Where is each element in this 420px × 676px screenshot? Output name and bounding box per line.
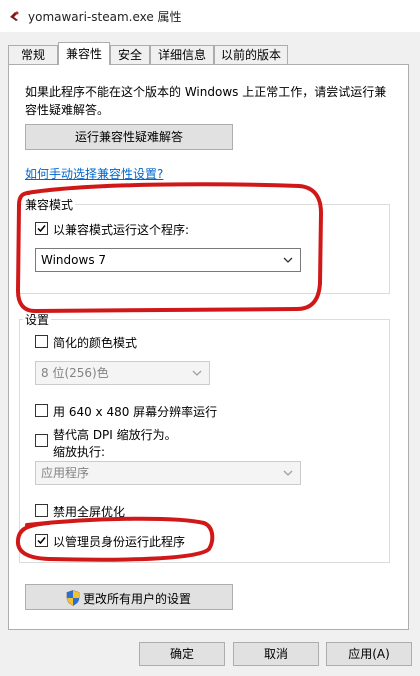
- dpi-scaling-select[interactable]: 应用程序: [35, 461, 301, 485]
- os-version-value: Windows 7: [41, 253, 107, 267]
- tab-details[interactable]: 详细信息: [150, 45, 214, 64]
- dpi-override-checkbox[interactable]: [35, 434, 48, 447]
- tab-previous-versions[interactable]: 以前的版本: [214, 45, 288, 64]
- window-title: yomawari-steam.exe 属性: [28, 10, 182, 24]
- os-version-select[interactable]: Windows 7: [35, 248, 301, 272]
- checkmark-icon: [37, 225, 46, 233]
- compat-mode-group-label: 兼容模式: [23, 196, 76, 213]
- run-as-admin-label: 以管理员身份运行此程序: [53, 535, 186, 549]
- chevron-down-icon: [192, 370, 202, 376]
- tab-security[interactable]: 安全: [110, 45, 150, 64]
- title-bar[interactable]: yomawari-steam.exe 属性: [0, 0, 420, 32]
- disable-fullscreen-opt-label: 禁用全屏优化: [53, 505, 126, 519]
- settings-group-label: 设置: [23, 311, 52, 328]
- tab-general[interactable]: 常规: [8, 45, 58, 64]
- compat-mode-label: 以兼容模式运行这个程序:: [53, 223, 190, 237]
- reduced-color-checkbox[interactable]: [35, 335, 48, 348]
- compatibility-panel: 如果此程序不能在这个版本的 Windows 上正常工作，请尝试运行兼容性疑难解答…: [8, 64, 409, 630]
- chevron-down-icon: [283, 470, 293, 476]
- res-640-label: 用 640 x 480 屏幕分辨率运行: [53, 405, 218, 419]
- res-640-checkbox[interactable]: [35, 404, 48, 417]
- color-mode-select[interactable]: 8 位(256)色: [35, 361, 210, 385]
- apply-button[interactable]: 应用(A): [326, 642, 412, 666]
- dpi-scaling-value: 应用程序: [41, 466, 90, 480]
- checkmark-icon: [37, 537, 46, 545]
- cancel-button[interactable]: 取消: [233, 642, 319, 666]
- manual-settings-link[interactable]: 如何手动选择兼容性设置?: [25, 165, 163, 182]
- reduced-color-label: 简化的颜色模式: [53, 336, 138, 350]
- uac-shield-icon: [66, 590, 80, 606]
- compat-description: 如果此程序不能在这个版本的 Windows 上正常工作，请尝试运行兼容性疑难解答…: [25, 85, 387, 117]
- dpi-override-label: 替代高 DPI 缩放行为。: [53, 428, 177, 442]
- run-as-admin-checkbox[interactable]: [35, 534, 48, 547]
- troubleshoot-button[interactable]: 运行兼容性疑难解答: [25, 124, 233, 150]
- change-all-users-button[interactable]: 更改所有用户的设置: [25, 584, 233, 610]
- color-mode-value: 8 位(256)色: [41, 366, 109, 380]
- compat-mode-checkbox[interactable]: [35, 222, 48, 235]
- tab-compatibility[interactable]: 兼容性: [58, 42, 110, 65]
- dpi-scaling-label: 缩放执行:: [53, 445, 106, 459]
- app-icon: [10, 11, 19, 21]
- ok-button[interactable]: 确定: [139, 642, 225, 666]
- change-all-users-label: 更改所有用户的设置: [83, 592, 192, 606]
- disable-fullscreen-opt-checkbox[interactable]: [35, 504, 48, 517]
- chevron-down-icon: [283, 257, 293, 263]
